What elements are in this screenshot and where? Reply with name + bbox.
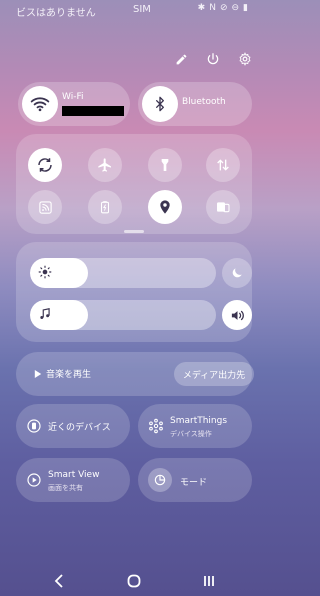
nearby-devices-label: 近くのデバイス <box>48 423 111 433</box>
settings-icon[interactable] <box>236 50 254 68</box>
carrier-text: ビスはありません <box>16 8 96 19</box>
battery-saver-button[interactable] <box>88 190 122 224</box>
bluetooth-icon: ✱ <box>197 3 206 13</box>
screen-mirror-button[interactable] <box>206 190 240 224</box>
nearby-devices-icon <box>24 416 44 436</box>
mute-icon: ⊘ <box>219 3 228 13</box>
power-icon[interactable] <box>204 50 222 68</box>
battery-icon: ▮ <box>243 3 248 13</box>
bluetooth-icon <box>156 96 164 112</box>
wifi-icon <box>30 97 50 112</box>
smartthings-label: SmartThings <box>170 416 228 426</box>
airplane-icon <box>98 158 111 172</box>
expand-handle[interactable] <box>124 230 144 233</box>
status-bar: ビスはありません SIM ✱ N ⊘ ⊖ ▮ <box>0 0 268 20</box>
quick-settings-panel <box>16 134 252 234</box>
modes-label: モード <box>180 478 208 488</box>
smartthings-card[interactable]: SmartThings デバイス操作 <box>138 404 252 448</box>
play-icon <box>34 369 42 378</box>
mobile-data-button[interactable] <box>206 148 240 182</box>
rss-button[interactable] <box>28 190 62 224</box>
home-button[interactable] <box>123 570 145 592</box>
navigation-bar <box>0 566 268 596</box>
smart-view-label: Smart View <box>48 470 100 480</box>
auto-rotate-button[interactable] <box>28 148 62 182</box>
volume-slider[interactable] <box>30 300 216 330</box>
wifi-toggle[interactable] <box>22 86 58 122</box>
back-button[interactable] <box>48 570 70 592</box>
battery-saver-icon <box>100 201 110 214</box>
media-panel: 音楽を再生 メディア出力先 <box>16 352 254 396</box>
media-output-button[interactable]: メディア出力先 <box>174 362 254 386</box>
back-icon <box>54 574 63 588</box>
play-music-button[interactable]: 音楽を再生 <box>34 367 91 380</box>
music-note-icon <box>40 308 50 319</box>
play-music-label: 音楽を再生 <box>46 370 92 380</box>
smart-view-subtitle: 画面を共有 <box>48 484 83 492</box>
edit-icon[interactable] <box>172 50 190 68</box>
slider-panel <box>16 242 252 342</box>
top-actions <box>172 50 254 68</box>
recents-icon <box>204 576 214 586</box>
modes-card[interactable]: モード <box>138 458 252 502</box>
sound-mode-button[interactable] <box>222 300 252 330</box>
screen-mirror-icon <box>217 202 230 213</box>
airplane-button[interactable] <box>88 148 122 182</box>
location-button[interactable] <box>148 190 182 224</box>
smart-view-icon <box>24 470 44 490</box>
rss-icon <box>38 200 52 214</box>
smartthings-subtitle: デバイス操作 <box>170 430 212 438</box>
wifi-label: Wi-Fi <box>62 92 84 102</box>
brightness-slider[interactable] <box>30 258 216 288</box>
bluetooth-label: Bluetooth <box>182 97 226 107</box>
auto-rotate-icon <box>38 158 52 172</box>
speaker-icon <box>231 310 244 320</box>
flashlight-icon <box>161 159 169 171</box>
moon-icon <box>232 268 242 278</box>
nearby-devices-card[interactable]: 近くのデバイス <box>16 404 130 448</box>
bluetooth-tile[interactable]: Bluetooth <box>138 82 252 126</box>
nfc-icon: N <box>209 3 216 13</box>
smartthings-icon <box>146 416 166 436</box>
flashlight-button[interactable] <box>148 148 182 182</box>
location-icon <box>160 200 170 214</box>
wifi-network-name-redacted <box>62 106 124 116</box>
status-icons: ✱ N ⊘ ⊖ ▮ <box>198 3 248 13</box>
home-icon <box>127 574 141 588</box>
dark-mode-button[interactable] <box>222 258 252 288</box>
sim-text: SIM <box>133 4 151 15</box>
sun-icon <box>38 265 52 279</box>
dnd-icon: ⊖ <box>231 3 240 13</box>
wifi-tile[interactable]: Wi-Fi <box>18 82 130 126</box>
bluetooth-toggle[interactable] <box>142 86 178 122</box>
modes-icon <box>148 468 172 492</box>
recents-button[interactable] <box>198 570 220 592</box>
mobile-data-icon <box>217 159 229 171</box>
smart-view-card[interactable]: Smart View 画面を共有 <box>16 458 130 502</box>
